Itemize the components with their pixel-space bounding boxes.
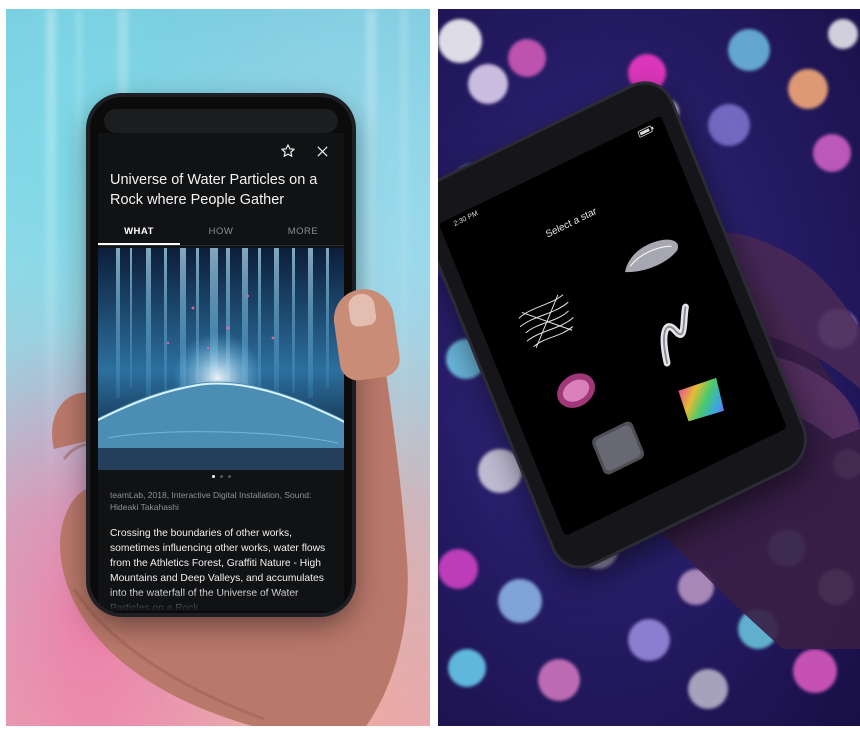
carousel-dot [211,475,215,478]
scribble-star-option[interactable] [511,285,584,358]
phone-left: Universe of Water Particles on a Rock wh… [90,97,352,613]
tab-how[interactable]: HOW [180,223,262,245]
rainbow-prism-star-option[interactable] [666,360,741,437]
grey-noise-star-option[interactable] [584,413,652,484]
close-icon[interactable] [312,141,332,161]
tab-bar: WHAT HOW MORE [98,223,344,246]
silver-ribbon-star-option[interactable] [639,295,715,377]
right-photo: 2:30 PM Select a star [438,9,860,726]
phone-top-bezel [104,109,338,133]
artwork-title: Universe of Water Particles on a Rock wh… [110,172,318,208]
artwork-credits: teamLab, 2018, Interactive Digital Insta… [110,490,312,512]
tab-what[interactable]: WHAT [98,223,180,245]
artwork-detail-screen: Universe of Water Particles on a Rock wh… [98,133,344,613]
left-photo: Universe of Water Particles on a Rock wh… [6,9,430,726]
silver-cloud-star-option[interactable] [611,220,689,288]
pink-orb-star-option[interactable] [546,361,606,420]
carousel-dot [227,475,231,478]
status-time: 2:30 PM [452,210,479,229]
artwork-image[interactable] [98,248,344,470]
carousel-dot [219,475,223,478]
carousel-indicator[interactable] [98,475,344,478]
battery-icon [637,124,658,143]
scroll-fade [98,589,344,611]
tab-more[interactable]: MORE [262,223,344,245]
star-outline-icon[interactable] [278,141,298,161]
